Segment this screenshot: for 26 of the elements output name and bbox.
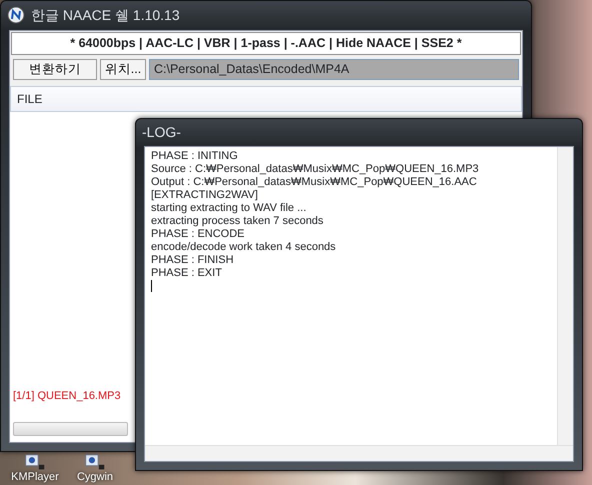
- log-line: Source : C:₩Personal_datas₩Musix₩MC_Pop₩QUEEN_16.MP3: [151, 163, 480, 176]
- options-summary: * 64000bps | AAC-LC | VBR | 1-pass | -.AAC | Hide NAACE | SSE2 *: [11, 32, 521, 55]
- text-cursor: [151, 280, 152, 292]
- toolbar-button[interactable]: 변환하기: [13, 58, 97, 80]
- log-line: extracting process taken 7 seconds: [151, 215, 324, 228]
- log-line: Output : C:₩Personal_datas₩Musix₩MC_Pop₩QUEEN_16.AAC: [151, 176, 478, 189]
- log-line: PHASE : EXIT: [151, 267, 223, 280]
- horizontal-scrollbar[interactable]: [145, 445, 573, 461]
- shortcut-icon[interactable]: [25, 454, 45, 471]
- window-title: 한글 NAACE 쉘 1.10.13: [31, 6, 180, 24]
- vertical-scrollbar[interactable]: [557, 147, 573, 445]
- icon-label[interactable]: KMPlayer: [4, 471, 66, 483]
- shortcut-icon[interactable]: [85, 454, 105, 471]
- app-logo-icon: [7, 6, 25, 24]
- icon-label[interactable]: Cygwin: [64, 471, 126, 483]
- log-line: PHASE : INITING: [151, 150, 239, 163]
- output-path-field[interactable]: C:\Personal_Datas\Encoded\MP4A: [149, 58, 519, 80]
- log-line: PHASE : ENCODE: [151, 228, 246, 241]
- log-line: PHASE : FINISH: [151, 254, 235, 267]
- log-line: starting extracting to WAV file ...: [151, 202, 308, 215]
- horizontal-scrollbar[interactable]: [13, 422, 128, 436]
- log-line: encode/decode work taken 4 seconds: [151, 241, 337, 254]
- log-line: [EXTRACTING2WAV]: [151, 189, 259, 202]
- toolbar-button[interactable]: 위치...: [100, 58, 146, 80]
- window-title: -LOG-: [142, 122, 181, 142]
- column-header[interactable]: FILE: [10, 86, 522, 112]
